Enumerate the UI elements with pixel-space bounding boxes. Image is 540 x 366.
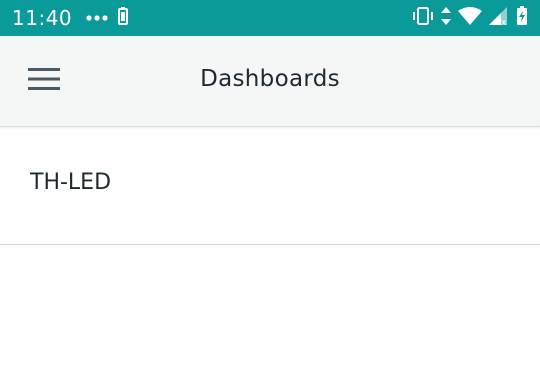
battery-charging-icon (516, 5, 528, 31)
data-arrows-icon (441, 6, 451, 30)
status-right-icons: x (412, 5, 528, 31)
page-title: Dashboards (200, 66, 340, 92)
status-time: 11:40 (12, 6, 73, 30)
dashboard-item-label: TH-LED (30, 170, 112, 195)
dashboard-list: TH-LED (0, 127, 540, 245)
svg-text:x: x (501, 18, 507, 25)
status-left-icons (86, 6, 129, 30)
battery-saver-icon (118, 6, 129, 30)
wifi-icon (458, 6, 482, 30)
app-bar: Dashboards (0, 36, 540, 127)
dashboard-list-item[interactable]: TH-LED (0, 127, 540, 245)
cellular-signal-icon: x (489, 6, 509, 30)
vibrate-icon (412, 6, 434, 30)
more-dots-icon (86, 9, 108, 27)
status-bar: 11:40 x (0, 0, 540, 36)
